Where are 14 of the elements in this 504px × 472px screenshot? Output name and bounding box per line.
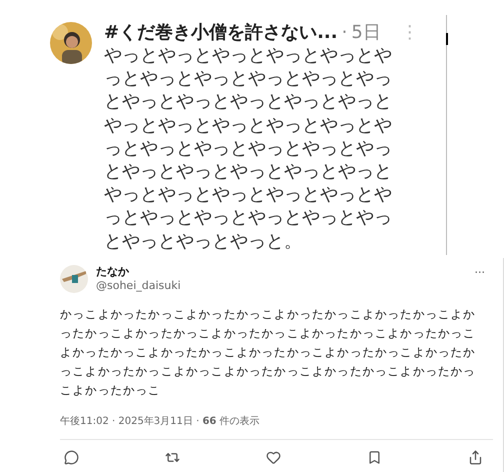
- share-icon[interactable]: [468, 450, 483, 465]
- post-text: やっとやっとやっとやっとやっとや っとやっとやっとやっとやっとやっ とやっとやっとやっとやっとやっと やっとやっとやっとやっとやっとや っとやっとやっとやっとやっとやっ とやっとやっとやっとやっとやっと やっとやっとやっとやっとやっとや っとやっとやっとやっとやっとやっ とやっとやっとやっと。: [104, 44, 393, 253]
- repost-icon[interactable]: [165, 450, 180, 465]
- user-name[interactable]: たなか: [96, 265, 181, 279]
- post-title: #くだ巻き小僧を許さない...: [104, 22, 338, 44]
- user-handle[interactable]: @sohei_daisuki: [96, 279, 181, 293]
- reply-icon[interactable]: [64, 450, 79, 465]
- like-icon[interactable]: [266, 450, 281, 465]
- more-icon[interactable]: ···: [474, 265, 485, 282]
- separator-dot: ·: [342, 22, 348, 44]
- tweet-meta: 午後11:02 · 2025年3月11日 · 66 件の表示: [60, 414, 261, 429]
- post-time: 5日: [351, 22, 381, 44]
- tweet-text: かっこよかったかっこよかったかっこよかったかっこよかったかっこよか ったかっこよかったかっこよかったかっこよかったかっこよかったかっこ よかったかっこよかったかっこよかったかっこよかったかっこよかったか っこよかったかっこよかっこよかったかっこよかったかっこよかったかっ こよかったかっこ: [60, 306, 477, 399]
- bookmark-icon[interactable]: [367, 450, 382, 465]
